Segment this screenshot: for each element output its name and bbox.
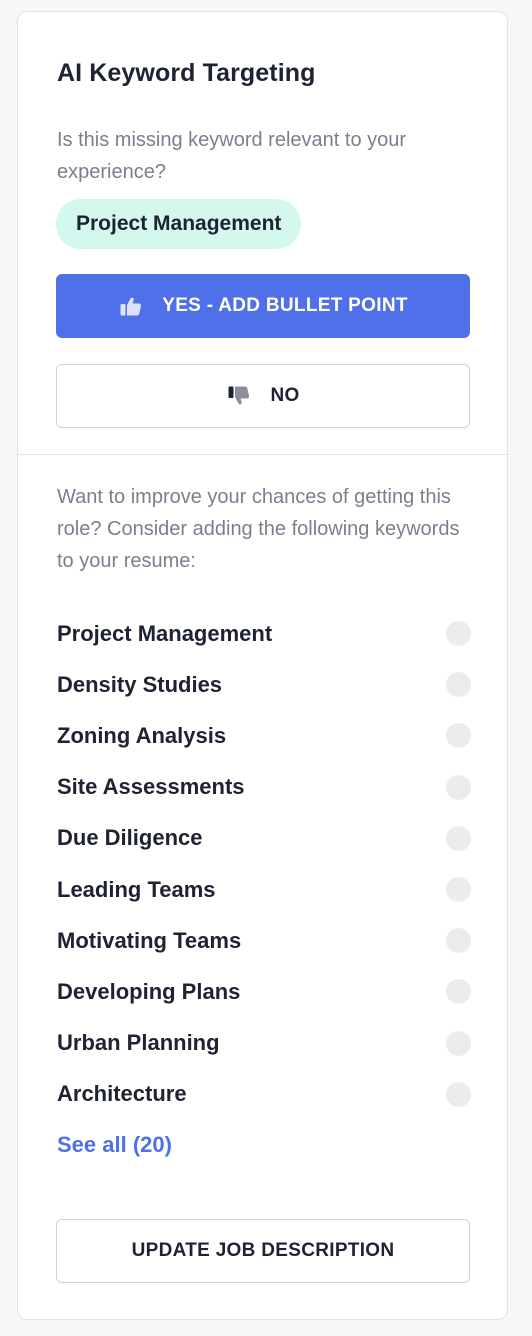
relevance-question: Is this missing keyword relevant to your… (57, 129, 407, 183)
yes-add-bullet-button[interactable]: YES - ADD BULLET POINT (56, 274, 470, 338)
thumbs-down-icon (226, 383, 252, 409)
keyword-targeting-card: AI Keyword Targeting Is this missing key… (17, 11, 508, 1320)
keyword-status-indicator (446, 1081, 471, 1107)
keyword-item[interactable]: Motivating Teams (57, 915, 471, 966)
keyword-label: Urban Planning (57, 1030, 220, 1056)
card-title: AI Keyword Targeting (57, 59, 316, 87)
keyword-item[interactable]: Site Assessments (57, 762, 471, 813)
keyword-item[interactable]: Developing Plans (57, 966, 471, 1017)
keyword-item[interactable]: Due Diligence (57, 813, 471, 864)
keyword-status-indicator (446, 928, 471, 954)
keyword-item[interactable]: Zoning Analysis (57, 710, 471, 761)
update-job-description-button[interactable]: UPDATE JOB DESCRIPTION (56, 1219, 470, 1283)
keyword-item[interactable]: Architecture (57, 1069, 471, 1120)
keyword-label: Project Management (57, 620, 273, 646)
improve-description: Want to improve your chances of getting … (57, 486, 460, 572)
keyword-label: Developing Plans (57, 978, 241, 1004)
keyword-label: Architecture (57, 1081, 187, 1107)
section-divider (18, 454, 507, 455)
keyword-status-indicator (446, 621, 471, 647)
keyword-label: Due Diligence (57, 825, 203, 851)
keyword-label: Zoning Analysis (57, 722, 227, 748)
keyword-item[interactable]: Leading Teams (57, 864, 471, 915)
keyword-list: Project Management Density Studies Zonin… (57, 608, 471, 1120)
keyword-item[interactable]: Density Studies (57, 659, 471, 710)
keyword-status-indicator (446, 877, 471, 903)
no-button[interactable]: NO (56, 364, 470, 428)
keyword-status-indicator (446, 1030, 471, 1056)
yes-button-label: YES - ADD BULLET POINT (162, 295, 408, 316)
keyword-status-indicator (446, 825, 471, 851)
keyword-label: Motivating Teams (57, 927, 242, 953)
keyword-label: Site Assessments (57, 774, 245, 800)
see-all-keywords-link[interactable]: See all (20) (57, 1132, 172, 1158)
keyword-item[interactable]: Urban Planning (57, 1018, 471, 1069)
missing-keyword-chip: Project Management (56, 199, 302, 249)
keyword-label: Leading Teams (57, 876, 216, 902)
keyword-item[interactable]: Project Management (57, 608, 471, 659)
thumbs-up-icon (118, 293, 144, 319)
keyword-label: Density Studies (57, 671, 223, 697)
keyword-status-indicator (446, 979, 471, 1005)
keyword-status-indicator (446, 774, 471, 800)
keyword-status-indicator (446, 723, 471, 749)
keyword-status-indicator (446, 672, 471, 698)
no-button-label: NO (270, 385, 300, 406)
